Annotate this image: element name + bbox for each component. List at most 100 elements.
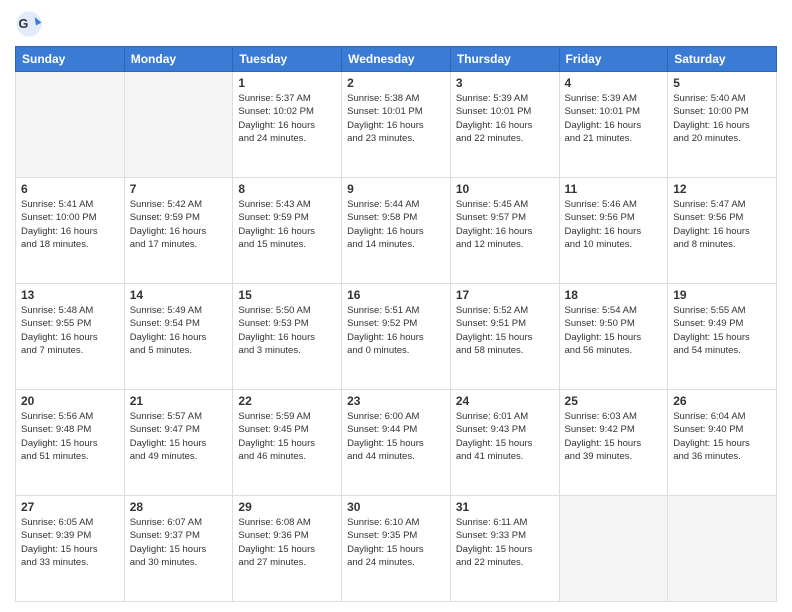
calendar-cell: 2Sunrise: 5:38 AM Sunset: 10:01 PM Dayli… (342, 72, 451, 178)
calendar-cell: 19 Sunrise: 5:55 AM Sunset: 9:49 PM Dayli… (668, 284, 777, 390)
calendar-cell: 10 Sunrise: 5:45 AM Sunset: 9:57 PM Dayli… (450, 178, 559, 284)
calendar-cell (16, 72, 125, 178)
day-number: 14 (130, 288, 228, 302)
day-info: Sunrise: 6:01 AM Sunset: 9:43 PM Dayligh… (456, 410, 554, 463)
calendar-cell: 1 Sunrise: 5:37 AM Sunset: 10:02 PM Dayli… (233, 72, 342, 178)
day-number: 29 (238, 500, 336, 514)
col-header-thursday: Thursday (450, 47, 559, 72)
col-header-sunday: Sunday (16, 47, 125, 72)
day-number: 30 (347, 500, 445, 514)
logo: G (15, 10, 45, 38)
day-info: Sunrise: 6:07 AM Sunset: 9:37 PM Dayligh… (130, 516, 228, 569)
day-number: 25 (565, 394, 663, 408)
col-header-saturday: Saturday (668, 47, 777, 72)
svg-text:G: G (19, 17, 29, 31)
day-number: 11 (565, 182, 663, 196)
day-number: 22 (238, 394, 336, 408)
day-number: 24 (456, 394, 554, 408)
col-header-tuesday: Tuesday (233, 47, 342, 72)
calendar-cell: 6Sunrise: 5:41 AM Sunset: 10:00 PM Dayli… (16, 178, 125, 284)
calendar-cell: 3Sunrise: 5:39 AM Sunset: 10:01 PM Dayli… (450, 72, 559, 178)
calendar-cell: 16Sunrise: 5:51 AM Sunset: 9:52 PM Dayli… (342, 284, 451, 390)
calendar-cell: 8 Sunrise: 5:43 AM Sunset: 9:59 PM Daylig… (233, 178, 342, 284)
day-number: 5 (673, 76, 771, 90)
day-number: 2 (347, 76, 445, 90)
day-number: 23 (347, 394, 445, 408)
calendar-cell: 13 Sunrise: 5:48 AM Sunset: 9:55 PM Dayli… (16, 284, 125, 390)
calendar-cell: 27 Sunrise: 6:05 AM Sunset: 9:39 PM Dayli… (16, 496, 125, 602)
day-number: 26 (673, 394, 771, 408)
calendar-cell: 4 Sunrise: 5:39 AM Sunset: 10:01 PM Dayli… (559, 72, 668, 178)
day-info: Sunrise: 6:11 AM Sunset: 9:33 PM Dayligh… (456, 516, 554, 569)
col-header-wednesday: Wednesday (342, 47, 451, 72)
calendar-cell: 31 Sunrise: 6:11 AM Sunset: 9:33 PM Dayli… (450, 496, 559, 602)
day-info: Sunrise: 5:48 AM Sunset: 9:55 PM Dayligh… (21, 304, 119, 357)
day-number: 19 (673, 288, 771, 302)
day-info: Sunrise: 5:41 AM Sunset: 10:00 PM Daylig… (21, 198, 119, 251)
day-info: Sunrise: 5:59 AM Sunset: 9:45 PM Dayligh… (238, 410, 336, 463)
day-info: Sunrise: 6:04 AM Sunset: 9:40 PM Dayligh… (673, 410, 771, 463)
day-number: 4 (565, 76, 663, 90)
day-info: Sunrise: 5:55 AM Sunset: 9:49 PM Dayligh… (673, 304, 771, 357)
header: G (15, 10, 777, 38)
day-info: Sunrise: 6:03 AM Sunset: 9:42 PM Dayligh… (565, 410, 663, 463)
calendar-week-1: 6Sunrise: 5:41 AM Sunset: 10:00 PM Dayli… (16, 178, 777, 284)
calendar-week-0: 1 Sunrise: 5:37 AM Sunset: 10:02 PM Dayli… (16, 72, 777, 178)
day-number: 27 (21, 500, 119, 514)
day-info: Sunrise: 6:05 AM Sunset: 9:39 PM Dayligh… (21, 516, 119, 569)
calendar-cell: 7Sunrise: 5:42 AM Sunset: 9:59 PM Daylig… (124, 178, 233, 284)
calendar-cell: 25 Sunrise: 6:03 AM Sunset: 9:42 PM Dayli… (559, 390, 668, 496)
calendar-cell (668, 496, 777, 602)
day-number: 31 (456, 500, 554, 514)
day-info: Sunrise: 5:57 AM Sunset: 9:47 PM Dayligh… (130, 410, 228, 463)
calendar-cell: 24 Sunrise: 6:01 AM Sunset: 9:43 PM Dayli… (450, 390, 559, 496)
day-info: Sunrise: 6:08 AM Sunset: 9:36 PM Dayligh… (238, 516, 336, 569)
day-info: Sunrise: 5:39 AM Sunset: 10:01 PM Daylig… (565, 92, 663, 145)
calendar-cell: 17Sunrise: 5:52 AM Sunset: 9:51 PM Dayli… (450, 284, 559, 390)
day-info: Sunrise: 5:39 AM Sunset: 10:01 PM Daylig… (456, 92, 554, 145)
day-info: Sunrise: 5:47 AM Sunset: 9:56 PM Dayligh… (673, 198, 771, 251)
page: G SundayMondayTuesdayWednesdayThursdayFr… (0, 0, 792, 612)
day-info: Sunrise: 5:54 AM Sunset: 9:50 PM Dayligh… (565, 304, 663, 357)
calendar-cell: 15Sunrise: 5:50 AM Sunset: 9:53 PM Dayli… (233, 284, 342, 390)
calendar-cell (124, 72, 233, 178)
day-info: Sunrise: 5:43 AM Sunset: 9:59 PM Dayligh… (238, 198, 336, 251)
calendar-cell: 23 Sunrise: 6:00 AM Sunset: 9:44 PM Dayli… (342, 390, 451, 496)
day-info: Sunrise: 6:10 AM Sunset: 9:35 PM Dayligh… (347, 516, 445, 569)
day-number: 1 (238, 76, 336, 90)
logo-icon: G (15, 10, 43, 38)
calendar-cell: 29 Sunrise: 6:08 AM Sunset: 9:36 PM Dayli… (233, 496, 342, 602)
day-number: 20 (21, 394, 119, 408)
day-number: 28 (130, 500, 228, 514)
calendar-week-3: 20Sunrise: 5:56 AM Sunset: 9:48 PM Dayli… (16, 390, 777, 496)
calendar-week-2: 13 Sunrise: 5:48 AM Sunset: 9:55 PM Dayli… (16, 284, 777, 390)
calendar-cell: 21 Sunrise: 5:57 AM Sunset: 9:47 PM Dayli… (124, 390, 233, 496)
day-info: Sunrise: 5:45 AM Sunset: 9:57 PM Dayligh… (456, 198, 554, 251)
day-number: 8 (238, 182, 336, 196)
day-info: Sunrise: 6:00 AM Sunset: 9:44 PM Dayligh… (347, 410, 445, 463)
day-number: 9 (347, 182, 445, 196)
calendar-cell: 22 Sunrise: 5:59 AM Sunset: 9:45 PM Dayli… (233, 390, 342, 496)
day-number: 13 (21, 288, 119, 302)
calendar-header-row: SundayMondayTuesdayWednesdayThursdayFrid… (16, 47, 777, 72)
day-info: Sunrise: 5:37 AM Sunset: 10:02 PM Daylig… (238, 92, 336, 145)
calendar-cell: 12Sunrise: 5:47 AM Sunset: 9:56 PM Dayli… (668, 178, 777, 284)
calendar-cell: 26 Sunrise: 6:04 AM Sunset: 9:40 PM Dayli… (668, 390, 777, 496)
day-number: 10 (456, 182, 554, 196)
calendar-cell: 20Sunrise: 5:56 AM Sunset: 9:48 PM Dayli… (16, 390, 125, 496)
calendar-cell: 14Sunrise: 5:49 AM Sunset: 9:54 PM Dayli… (124, 284, 233, 390)
day-info: Sunrise: 5:40 AM Sunset: 10:00 PM Daylig… (673, 92, 771, 145)
calendar-cell: 11 Sunrise: 5:46 AM Sunset: 9:56 PM Dayli… (559, 178, 668, 284)
day-info: Sunrise: 5:52 AM Sunset: 9:51 PM Dayligh… (456, 304, 554, 357)
col-header-monday: Monday (124, 47, 233, 72)
day-info: Sunrise: 5:46 AM Sunset: 9:56 PM Dayligh… (565, 198, 663, 251)
calendar-cell: 9Sunrise: 5:44 AM Sunset: 9:58 PM Daylig… (342, 178, 451, 284)
day-info: Sunrise: 5:42 AM Sunset: 9:59 PM Dayligh… (130, 198, 228, 251)
calendar-cell: 5 Sunrise: 5:40 AM Sunset: 10:00 PM Dayli… (668, 72, 777, 178)
day-number: 16 (347, 288, 445, 302)
calendar-week-4: 27 Sunrise: 6:05 AM Sunset: 9:39 PM Dayli… (16, 496, 777, 602)
calendar-table: SundayMondayTuesdayWednesdayThursdayFrid… (15, 46, 777, 602)
day-number: 21 (130, 394, 228, 408)
day-info: Sunrise: 5:50 AM Sunset: 9:53 PM Dayligh… (238, 304, 336, 357)
col-header-friday: Friday (559, 47, 668, 72)
